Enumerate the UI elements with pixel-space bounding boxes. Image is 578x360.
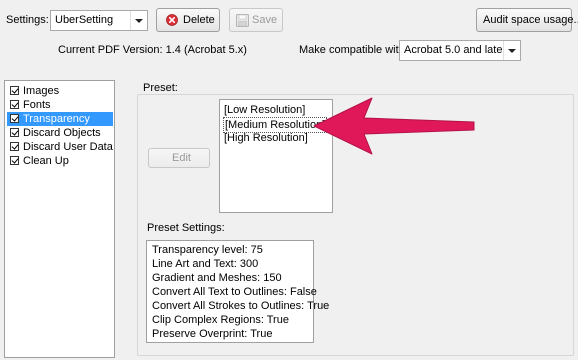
save-button[interactable]: Save (229, 8, 283, 32)
compatibility-dropdown-value: Acrobat 5.0 and later (404, 44, 507, 56)
settings-dropdown-value: UberSetting (55, 14, 114, 26)
preset-setting-line: Clip Complex Regions: True (152, 314, 289, 326)
preset-label: Preset: (143, 82, 178, 94)
category-label: Discard Objects (23, 127, 101, 139)
settings-label: Settings: (6, 14, 49, 26)
category-item-images[interactable]: Images (7, 84, 113, 98)
category-label: Transparency (23, 113, 90, 125)
preset-setting-line: Convert All Strokes to Outlines: True (152, 300, 330, 312)
category-label: Images (23, 85, 60, 97)
category-label: Clean Up (23, 155, 69, 167)
compatibility-label: Make compatible with: (299, 44, 408, 56)
floppy-disk-icon (236, 14, 249, 27)
settings-dropdown[interactable]: UberSetting (50, 10, 148, 31)
category-label: Fonts (23, 99, 51, 111)
audit-space-usage-label: Audit space usage... (483, 14, 578, 26)
checkbox-checked-icon[interactable] (10, 100, 19, 109)
edit-button[interactable]: Edit (148, 148, 210, 168)
preset-item-low[interactable]: [Low Resolution] (224, 103, 305, 117)
checkbox-checked-icon[interactable] (10, 142, 19, 151)
category-item-discard-objects[interactable]: Discard Objects (7, 126, 113, 140)
delete-button[interactable]: Delete (156, 8, 220, 32)
category-item-discard-user-data[interactable]: Discard User Data (7, 140, 113, 154)
save-label: Save (252, 14, 278, 26)
chevron-down-icon (130, 11, 147, 30)
delete-icon (166, 14, 178, 26)
category-item-clean-up[interactable]: Clean Up (7, 154, 113, 168)
delete-label: Delete (183, 14, 215, 26)
checkbox-checked-icon[interactable] (10, 86, 19, 95)
preset-item-high[interactable]: [High Resolution] (224, 131, 308, 145)
category-label: Discard User Data (23, 141, 113, 153)
preset-setting-line: Transparency level: 75 (152, 244, 263, 256)
preset-settings-label: Preset Settings: (147, 222, 225, 234)
preset-setting-line: Gradient and Meshes: 150 (152, 272, 282, 284)
preset-settings-box: Transparency level: 75 Line Art and Text… (146, 240, 329, 343)
edit-label: Edit (172, 152, 191, 164)
preset-setting-line: Convert All Text to Outlines: False (152, 286, 317, 298)
category-list[interactable]: Images Fonts Transparency Discard Object… (4, 80, 115, 358)
compatibility-dropdown[interactable]: Acrobat 5.0 and later (399, 40, 521, 61)
checkbox-checked-icon[interactable] (10, 114, 19, 123)
current-pdf-version: Current PDF Version: 1.4 (Acrobat 5.x) (58, 44, 247, 56)
chevron-down-icon (503, 41, 520, 60)
category-item-fonts[interactable]: Fonts (7, 98, 113, 112)
pointer-arrow-icon (313, 97, 475, 155)
checkbox-checked-icon[interactable] (10, 128, 19, 137)
category-item-transparency[interactable]: Transparency (7, 112, 113, 126)
preset-setting-line: Line Art and Text: 300 (152, 258, 259, 270)
preset-setting-line: Preserve Overprint: True (152, 328, 273, 340)
audit-space-usage-button[interactable]: Audit space usage... (476, 8, 578, 32)
checkbox-checked-icon[interactable] (10, 156, 19, 165)
